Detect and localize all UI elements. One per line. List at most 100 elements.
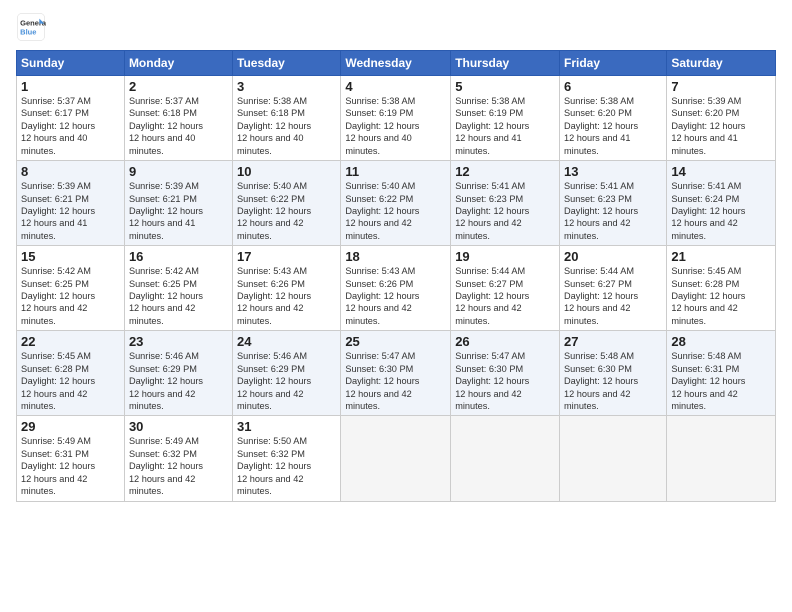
day-detail: Sunrise: 5:47 AMSunset: 6:30 PMDaylight:…: [345, 350, 446, 412]
day-detail: Sunrise: 5:38 AMSunset: 6:20 PMDaylight:…: [564, 95, 662, 157]
calendar-cell: 13Sunrise: 5:41 AMSunset: 6:23 PMDayligh…: [560, 161, 667, 246]
day-detail: Sunrise: 5:44 AMSunset: 6:27 PMDaylight:…: [564, 265, 662, 327]
col-header-monday: Monday: [124, 51, 232, 76]
day-detail: Sunrise: 5:42 AMSunset: 6:25 PMDaylight:…: [129, 265, 228, 327]
day-detail: Sunrise: 5:43 AMSunset: 6:26 PMDaylight:…: [345, 265, 446, 327]
day-number: 23: [129, 334, 228, 349]
col-header-sunday: Sunday: [17, 51, 125, 76]
day-number: 14: [671, 164, 771, 179]
calendar-cell: 10Sunrise: 5:40 AMSunset: 6:22 PMDayligh…: [233, 161, 341, 246]
day-detail: Sunrise: 5:48 AMSunset: 6:31 PMDaylight:…: [671, 350, 771, 412]
col-header-tuesday: Tuesday: [233, 51, 341, 76]
day-detail: Sunrise: 5:42 AMSunset: 6:25 PMDaylight:…: [21, 265, 120, 327]
day-detail: Sunrise: 5:41 AMSunset: 6:23 PMDaylight:…: [564, 180, 662, 242]
day-number: 22: [21, 334, 120, 349]
day-detail: Sunrise: 5:37 AMSunset: 6:17 PMDaylight:…: [21, 95, 120, 157]
day-detail: Sunrise: 5:41 AMSunset: 6:23 PMDaylight:…: [455, 180, 555, 242]
calendar-cell: 15Sunrise: 5:42 AMSunset: 6:25 PMDayligh…: [17, 246, 125, 331]
day-number: 25: [345, 334, 446, 349]
day-number: 30: [129, 419, 228, 434]
day-detail: Sunrise: 5:46 AMSunset: 6:29 PMDaylight:…: [129, 350, 228, 412]
day-number: 3: [237, 79, 336, 94]
day-number: 21: [671, 249, 771, 264]
day-detail: Sunrise: 5:41 AMSunset: 6:24 PMDaylight:…: [671, 180, 771, 242]
col-header-wednesday: Wednesday: [341, 51, 451, 76]
day-detail: Sunrise: 5:40 AMSunset: 6:22 PMDaylight:…: [345, 180, 446, 242]
day-detail: Sunrise: 5:38 AMSunset: 6:18 PMDaylight:…: [237, 95, 336, 157]
calendar-cell: 29Sunrise: 5:49 AMSunset: 6:31 PMDayligh…: [17, 416, 125, 501]
col-header-thursday: Thursday: [451, 51, 560, 76]
calendar-cell: 28Sunrise: 5:48 AMSunset: 6:31 PMDayligh…: [667, 331, 776, 416]
day-detail: Sunrise: 5:45 AMSunset: 6:28 PMDaylight:…: [671, 265, 771, 327]
header: General Blue: [16, 12, 776, 42]
day-number: 28: [671, 334, 771, 349]
day-number: 4: [345, 79, 446, 94]
calendar: SundayMondayTuesdayWednesdayThursdayFrid…: [16, 50, 776, 502]
day-number: 18: [345, 249, 446, 264]
day-number: 24: [237, 334, 336, 349]
day-number: 11: [345, 164, 446, 179]
calendar-cell: 8Sunrise: 5:39 AMSunset: 6:21 PMDaylight…: [17, 161, 125, 246]
day-number: 13: [564, 164, 662, 179]
calendar-cell: 16Sunrise: 5:42 AMSunset: 6:25 PMDayligh…: [124, 246, 232, 331]
day-detail: Sunrise: 5:46 AMSunset: 6:29 PMDaylight:…: [237, 350, 336, 412]
day-number: 1: [21, 79, 120, 94]
logo: General Blue: [16, 12, 46, 42]
day-detail: Sunrise: 5:40 AMSunset: 6:22 PMDaylight:…: [237, 180, 336, 242]
day-number: 8: [21, 164, 120, 179]
day-detail: Sunrise: 5:49 AMSunset: 6:31 PMDaylight:…: [21, 435, 120, 497]
calendar-cell: 23Sunrise: 5:46 AMSunset: 6:29 PMDayligh…: [124, 331, 232, 416]
day-number: 29: [21, 419, 120, 434]
calendar-cell: 9Sunrise: 5:39 AMSunset: 6:21 PMDaylight…: [124, 161, 232, 246]
calendar-cell: 18Sunrise: 5:43 AMSunset: 6:26 PMDayligh…: [341, 246, 451, 331]
calendar-cell: 20Sunrise: 5:44 AMSunset: 6:27 PMDayligh…: [560, 246, 667, 331]
day-detail: Sunrise: 5:47 AMSunset: 6:30 PMDaylight:…: [455, 350, 555, 412]
calendar-cell: 14Sunrise: 5:41 AMSunset: 6:24 PMDayligh…: [667, 161, 776, 246]
day-detail: Sunrise: 5:43 AMSunset: 6:26 PMDaylight:…: [237, 265, 336, 327]
day-number: 17: [237, 249, 336, 264]
day-number: 19: [455, 249, 555, 264]
calendar-cell: 17Sunrise: 5:43 AMSunset: 6:26 PMDayligh…: [233, 246, 341, 331]
calendar-cell: 24Sunrise: 5:46 AMSunset: 6:29 PMDayligh…: [233, 331, 341, 416]
day-number: 10: [237, 164, 336, 179]
calendar-cell: 21Sunrise: 5:45 AMSunset: 6:28 PMDayligh…: [667, 246, 776, 331]
calendar-cell: 19Sunrise: 5:44 AMSunset: 6:27 PMDayligh…: [451, 246, 560, 331]
day-number: 31: [237, 419, 336, 434]
day-detail: Sunrise: 5:48 AMSunset: 6:30 PMDaylight:…: [564, 350, 662, 412]
day-detail: Sunrise: 5:38 AMSunset: 6:19 PMDaylight:…: [345, 95, 446, 157]
day-detail: Sunrise: 5:39 AMSunset: 6:21 PMDaylight:…: [129, 180, 228, 242]
day-detail: Sunrise: 5:45 AMSunset: 6:28 PMDaylight:…: [21, 350, 120, 412]
day-number: 2: [129, 79, 228, 94]
day-number: 9: [129, 164, 228, 179]
day-detail: Sunrise: 5:49 AMSunset: 6:32 PMDaylight:…: [129, 435, 228, 497]
calendar-cell: 3Sunrise: 5:38 AMSunset: 6:18 PMDaylight…: [233, 76, 341, 161]
day-detail: Sunrise: 5:37 AMSunset: 6:18 PMDaylight:…: [129, 95, 228, 157]
calendar-cell: [341, 416, 451, 501]
calendar-cell: 12Sunrise: 5:41 AMSunset: 6:23 PMDayligh…: [451, 161, 560, 246]
day-number: 15: [21, 249, 120, 264]
logo-icon: General Blue: [16, 12, 46, 42]
calendar-cell: 5Sunrise: 5:38 AMSunset: 6:19 PMDaylight…: [451, 76, 560, 161]
calendar-cell: 4Sunrise: 5:38 AMSunset: 6:19 PMDaylight…: [341, 76, 451, 161]
calendar-cell: 27Sunrise: 5:48 AMSunset: 6:30 PMDayligh…: [560, 331, 667, 416]
calendar-cell: 11Sunrise: 5:40 AMSunset: 6:22 PMDayligh…: [341, 161, 451, 246]
day-detail: Sunrise: 5:39 AMSunset: 6:21 PMDaylight:…: [21, 180, 120, 242]
day-number: 5: [455, 79, 555, 94]
calendar-cell: 7Sunrise: 5:39 AMSunset: 6:20 PMDaylight…: [667, 76, 776, 161]
calendar-cell: 1Sunrise: 5:37 AMSunset: 6:17 PMDaylight…: [17, 76, 125, 161]
day-detail: Sunrise: 5:50 AMSunset: 6:32 PMDaylight:…: [237, 435, 336, 497]
col-header-saturday: Saturday: [667, 51, 776, 76]
day-number: 20: [564, 249, 662, 264]
calendar-cell: 2Sunrise: 5:37 AMSunset: 6:18 PMDaylight…: [124, 76, 232, 161]
calendar-cell: 30Sunrise: 5:49 AMSunset: 6:32 PMDayligh…: [124, 416, 232, 501]
calendar-cell: 26Sunrise: 5:47 AMSunset: 6:30 PMDayligh…: [451, 331, 560, 416]
calendar-cell: 22Sunrise: 5:45 AMSunset: 6:28 PMDayligh…: [17, 331, 125, 416]
day-number: 6: [564, 79, 662, 94]
calendar-cell: [451, 416, 560, 501]
day-number: 12: [455, 164, 555, 179]
calendar-cell: 31Sunrise: 5:50 AMSunset: 6:32 PMDayligh…: [233, 416, 341, 501]
day-number: 27: [564, 334, 662, 349]
day-number: 26: [455, 334, 555, 349]
day-number: 16: [129, 249, 228, 264]
calendar-cell: [667, 416, 776, 501]
